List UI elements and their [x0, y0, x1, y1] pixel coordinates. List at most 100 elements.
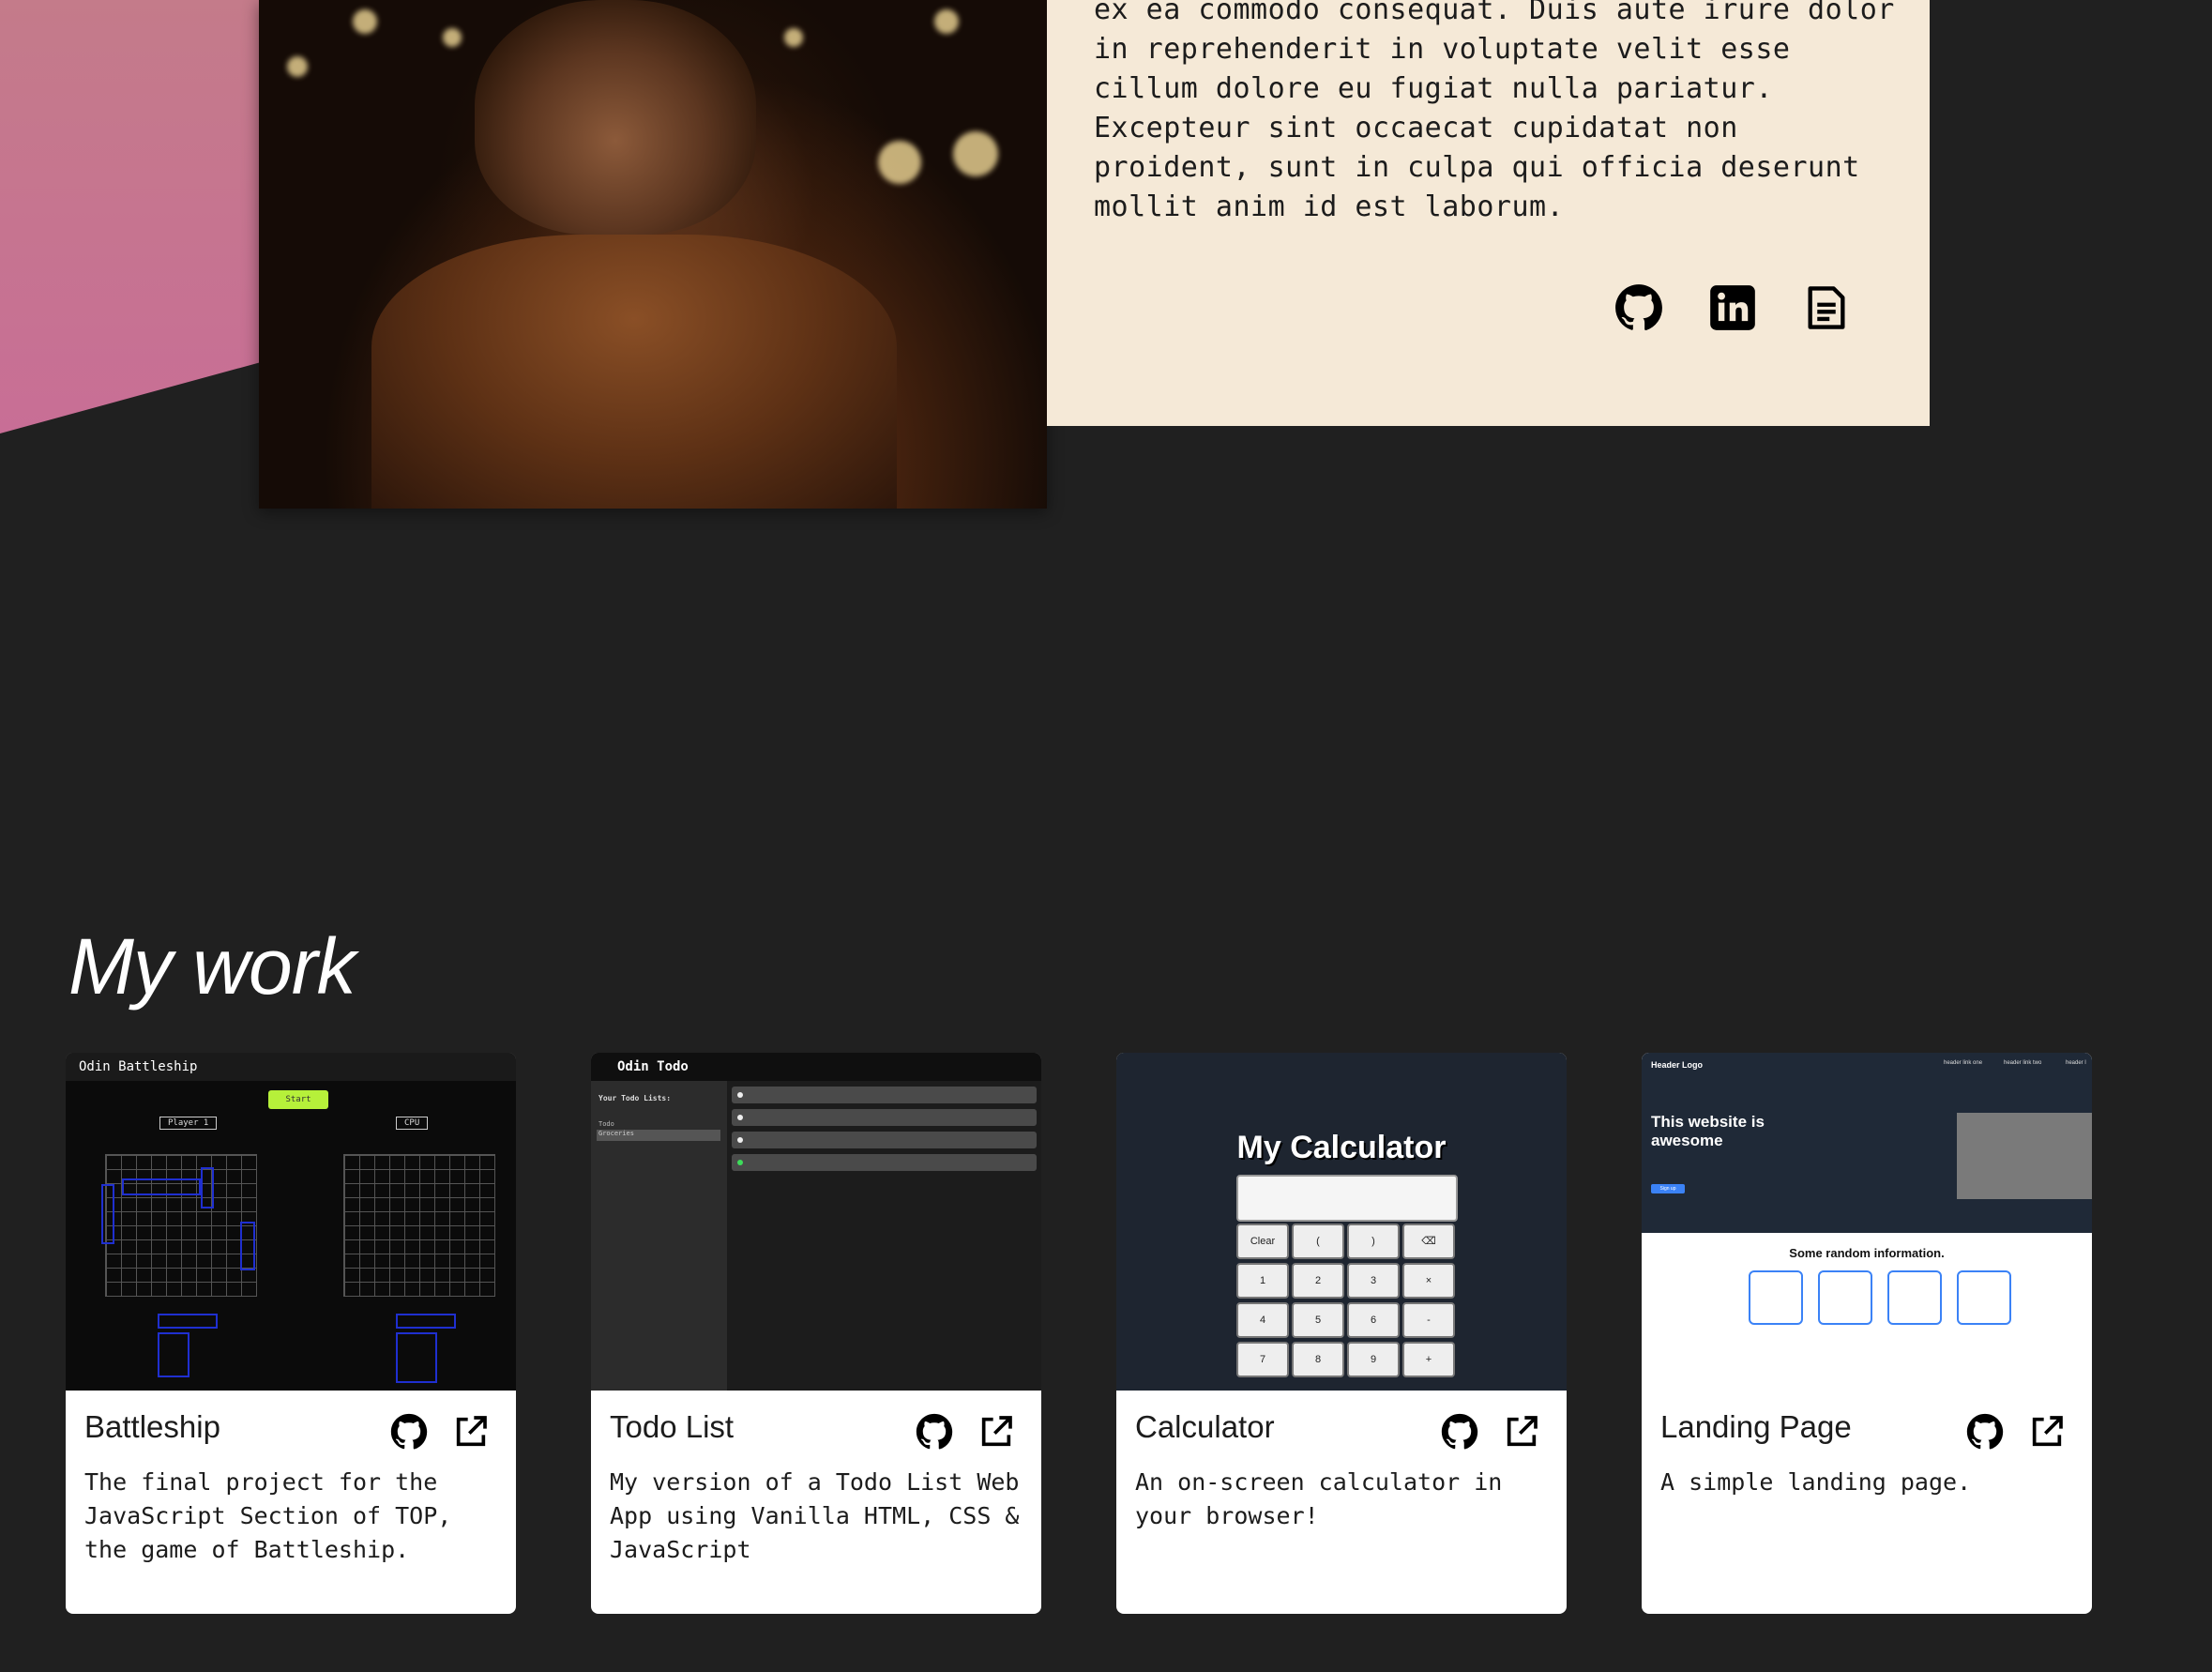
bokeh-light	[934, 9, 959, 34]
todo-dot-icon	[737, 1137, 743, 1143]
about-text: ex ea commodo consequat. Duis aute irure…	[1094, 0, 1895, 223]
linkedin-link[interactable]	[1708, 283, 1757, 332]
todo-dot-icon	[737, 1115, 743, 1120]
bokeh-light	[953, 131, 998, 176]
thumb-calc-key: ×	[1402, 1263, 1455, 1299]
thumb-ship	[396, 1332, 437, 1383]
thumb-calc-key: ⌫	[1402, 1224, 1455, 1259]
section-title-my-work: My work	[68, 922, 356, 1011]
project-card-todo-list: Odin Todo Your Todo Lists: Todo Grocerie…	[591, 1053, 1041, 1614]
thumb-ship	[240, 1222, 255, 1270]
thumb-hero-title: This website is awesome	[1651, 1113, 1765, 1149]
profile-photo	[259, 0, 1047, 509]
project-description: The final project for the JavaScript Sec…	[84, 1468, 452, 1563]
bokeh-light	[443, 28, 462, 47]
thumb-ship	[122, 1178, 201, 1195]
github-link[interactable]	[1614, 283, 1663, 332]
thumb-calc-key: 1	[1236, 1263, 1289, 1299]
thumb-start-button: Start	[268, 1090, 328, 1109]
thumb-calc-key: +	[1402, 1342, 1455, 1377]
thumb-todo-item	[732, 1087, 1037, 1103]
thumb-ship	[158, 1332, 189, 1377]
card-links	[390, 1413, 490, 1451]
card-body: Battleship The final project for the Jav…	[66, 1391, 516, 1614]
social-links	[1614, 283, 1851, 332]
thumb-ship	[201, 1167, 214, 1208]
project-screenshot-todo-list[interactable]: Odin Todo Your Todo Lists: Todo Grocerie…	[591, 1053, 1041, 1391]
thumb-calc-key: 9	[1347, 1342, 1400, 1377]
card-body: Landing Page A simple landing page.	[1642, 1391, 2092, 1614]
thumb-info-box	[1887, 1270, 1942, 1325]
project-description: My version of a Todo List Web App using …	[610, 1468, 1020, 1563]
external-link-icon[interactable]	[977, 1413, 1015, 1451]
thumb-calc-key: (	[1292, 1224, 1344, 1259]
thumb-calc-key: 2	[1292, 1263, 1344, 1299]
thumb-calc-key: -	[1402, 1302, 1455, 1338]
resume-link[interactable]	[1802, 283, 1851, 332]
bokeh-light	[353, 9, 377, 34]
thumb-sidebar-item: Todo	[598, 1120, 614, 1128]
bokeh-light	[878, 141, 921, 184]
thumb-calc-key: )	[1347, 1224, 1400, 1259]
thumb-hero-image	[1957, 1113, 2092, 1199]
thumb-cpu-label: CPU	[396, 1117, 429, 1130]
github-icon[interactable]	[1966, 1413, 2004, 1451]
project-screenshot-battleship[interactable]: Odin Battleship Start Player 1 CPU	[66, 1053, 516, 1391]
thumb-logo: Header Logo	[1651, 1060, 1704, 1070]
thumb-sidebar-heading: Your Todo Lists:	[598, 1094, 672, 1102]
external-link-icon[interactable]	[1503, 1413, 1540, 1451]
github-icon[interactable]	[390, 1413, 428, 1451]
thumb-info-box	[1818, 1270, 1872, 1325]
external-link-icon[interactable]	[452, 1413, 490, 1451]
linkedin-icon	[1710, 285, 1755, 330]
thumb-cpu-grid	[343, 1154, 495, 1297]
bokeh-light	[287, 56, 308, 77]
thumb-nav-link: header l	[2066, 1060, 2086, 1066]
person-head	[475, 0, 756, 235]
thumb-nav-link: header link one	[1944, 1060, 1983, 1066]
project-description: An on-screen calculator in your browser!	[1135, 1468, 1503, 1529]
github-icon[interactable]	[916, 1413, 953, 1451]
project-screenshot-landing-page[interactable]: Header Logo header link one header link …	[1642, 1053, 2092, 1391]
project-card-landing-page: Header Logo header link one header link …	[1642, 1053, 2092, 1614]
todo-dot-icon	[737, 1092, 743, 1098]
card-body: Todo List My version of a Todo List Web …	[591, 1391, 1041, 1614]
github-icon	[1615, 284, 1662, 331]
thumb-app-title: My Calculator	[1236, 1130, 1447, 1165]
thumb-info-box	[1749, 1270, 1803, 1325]
thumb-calc-key: 4	[1236, 1302, 1289, 1338]
thumb-sidebar-item: Groceries	[597, 1130, 720, 1141]
external-link-icon[interactable]	[2028, 1413, 2066, 1451]
thumb-todo-item	[732, 1154, 1037, 1171]
card-body: Calculator An on-screen calculator in yo…	[1116, 1391, 1567, 1614]
project-screenshot-calculator[interactable]: My Calculator Clear() ⌫ 1 2 3 × 4 5 6- 7 8 9 +	[1116, 1053, 1567, 1391]
card-links	[1441, 1413, 1540, 1451]
thumb-nav-link: header link two	[2004, 1060, 2042, 1066]
thumb-calc-key: 8	[1292, 1342, 1344, 1377]
resume-document-icon	[1808, 286, 1845, 329]
thumb-info-heading: Some random information.	[1789, 1246, 1945, 1260]
thumb-ship	[396, 1314, 456, 1329]
decorative-pink-wedge	[0, 0, 281, 433]
card-links	[916, 1413, 1015, 1451]
thumb-app-title: Odin Todo	[591, 1053, 1041, 1081]
bokeh-light	[784, 28, 803, 47]
thumb-calc-key: 5	[1292, 1302, 1344, 1338]
about-card: ex ea commodo consequat. Duis aute irure…	[1047, 0, 1930, 426]
thumb-calc-key: Clear	[1236, 1224, 1289, 1259]
project-title: Battleship	[84, 1409, 220, 1444]
thumb-sidebar: Your Todo Lists: Todo Groceries	[591, 1081, 727, 1391]
thumb-calc-key: 7	[1236, 1342, 1289, 1377]
person-shirt	[371, 235, 897, 509]
project-title: Calculator	[1135, 1409, 1275, 1444]
project-description: A simple landing page.	[1660, 1468, 1972, 1496]
github-icon[interactable]	[1441, 1413, 1478, 1451]
project-title: Landing Page	[1660, 1409, 1852, 1444]
todo-dot-icon	[737, 1160, 743, 1165]
project-title: Todo List	[610, 1409, 735, 1444]
thumb-calc-key: 6	[1347, 1302, 1400, 1338]
thumb-todo-item	[732, 1132, 1037, 1148]
thumb-player-label: Player 1	[159, 1117, 218, 1130]
project-card-calculator: My Calculator Clear() ⌫ 1 2 3 × 4 5 6- 7 8 9 + Calcu…	[1116, 1053, 1567, 1614]
thumb-calc-display	[1236, 1175, 1458, 1222]
